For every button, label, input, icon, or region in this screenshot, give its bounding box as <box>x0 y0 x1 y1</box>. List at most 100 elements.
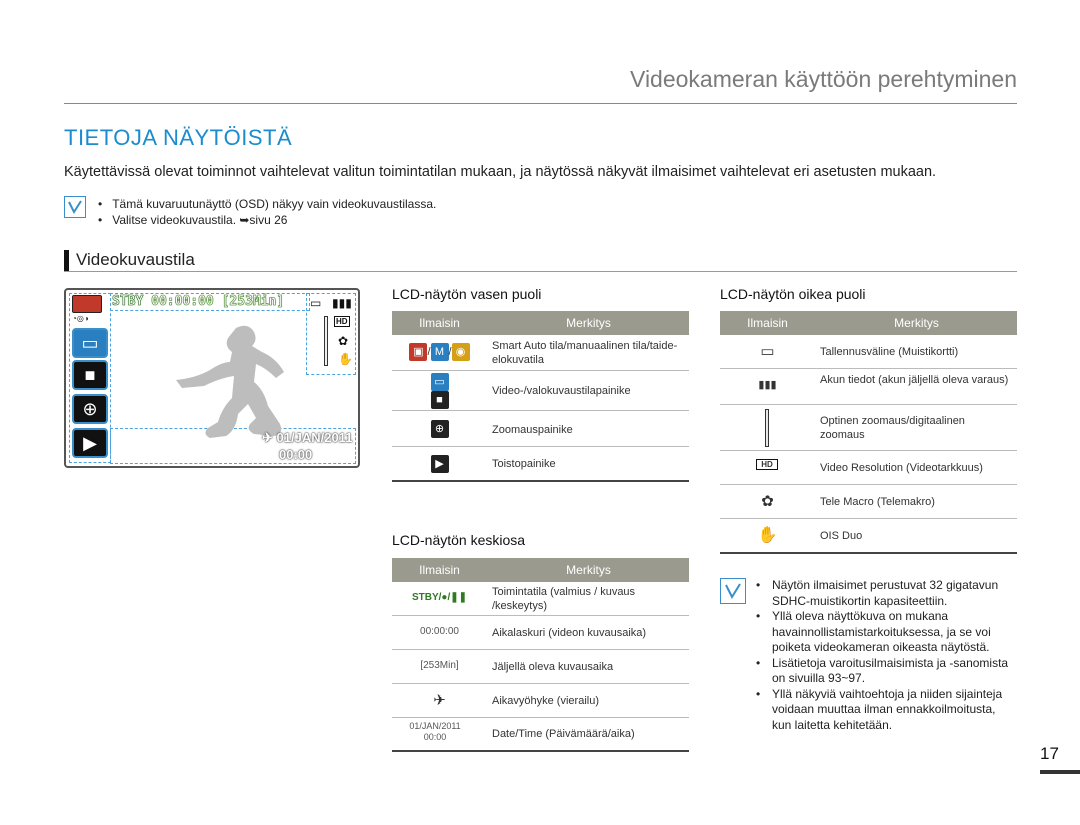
full-hd-icon: HD <box>756 459 778 470</box>
table-row: STBY/●/❚❚ Toimintatila (valmius / kuvaus… <box>392 582 689 616</box>
intro-text: Käytettävissä olevat toiminnot vaihtelev… <box>64 164 937 180</box>
row-text: Toimintatila (valmius / kuvaus /keskeyty… <box>492 586 636 612</box>
zoom-bar-icon <box>324 316 328 366</box>
table-row: 01/JAN/2011 00:00 Date/Time (Päivämäärä/… <box>392 718 689 750</box>
center-table-bottom <box>392 750 689 752</box>
video-photo-mode-icons: ▭ ■ <box>392 373 487 409</box>
lcd-remaining: [253Min] <box>221 294 285 310</box>
note-list-2: Näytön ilmaisimet perustuvat 32 gigatavu… <box>756 578 1016 733</box>
playback-button[interactable]: ▶ <box>72 428 108 458</box>
row-text: Video Resolution (Videotarkkuus) <box>820 462 983 474</box>
memory-card-icon: ▭ <box>310 296 322 310</box>
airplane-icon: ✈ <box>433 692 446 709</box>
header-meaning: Merkitys <box>566 316 611 330</box>
note-item: Yllä näkyviä vaihtoehtoja ja niiden sija… <box>756 687 1016 734</box>
note-list: Tämä kuvaruutunäyttö (OSD) näkyy vain vi… <box>98 196 436 228</box>
header-meaning: Merkitys <box>894 316 939 330</box>
zoom-button[interactable]: ⊕ <box>72 394 108 424</box>
page-number: 17 <box>1040 744 1059 763</box>
tele-macro-icon: ✿ <box>338 334 349 348</box>
video-mode-icon: ▭ <box>430 373 449 391</box>
battery-icon: ▮▮▮ <box>332 296 352 310</box>
table-row: ▭ Tallennusväline (Muistikortti) <box>720 335 1017 369</box>
tele-macro-icon: ✿ <box>761 493 774 510</box>
playback-button-icon: ▶ <box>392 455 487 473</box>
table-row: ▶ Toistopainike <box>392 447 689 480</box>
right-table-header: Ilmaisin Merkitys <box>720 311 1017 335</box>
header-meaning: Merkitys <box>566 563 611 577</box>
header-indicator: Ilmaisin <box>419 316 460 330</box>
ois-duo-icon: ✋ <box>338 352 353 366</box>
row-text: Date/Time (Päivämäärä/aika) <box>492 728 635 740</box>
table-row: 00:00:00 Aikalaskuri (videon kuvausaika) <box>392 616 689 650</box>
left-table-title: LCD-näytön vasen puoli <box>392 286 542 302</box>
video-mode-button[interactable]: ▭ <box>72 328 108 358</box>
memory-card-icon: ▭ <box>760 343 775 360</box>
smart-auto-icon <box>72 295 102 313</box>
table-row: Optinen zoomaus/digitaalinen zoomaus <box>720 405 1017 451</box>
row-text: OIS Duo <box>820 530 863 542</box>
row-text: Jäljellä oleva kuvausaika <box>492 661 614 673</box>
table-row: ▣ / M / ◉ Smart Auto tila/manuaalinen tila/t… <box>392 335 689 371</box>
manual-mode-icon: M <box>430 343 449 361</box>
indicator-text: 00:00:00 <box>420 626 459 637</box>
full-hd-icon: HD <box>334 316 350 327</box>
page-bar <box>1040 770 1080 774</box>
left-table-bottom <box>392 480 689 482</box>
smart-auto-icons: ▣ / M / ◉ <box>392 343 487 361</box>
row-text: Tallennusväline (Muistikortti) <box>820 346 959 358</box>
table-row: ▭ ■ Video-/valokuvaustilapainike <box>392 371 689 411</box>
table-row: ▮▮▮ Akun tiedot (akun jäljellä oleva var… <box>720 369 1017 405</box>
row-text: Video-/valokuvaustilapainike <box>492 385 631 397</box>
header-indicator: Ilmaisin <box>747 316 788 330</box>
center-table-title: LCD-näytön keskiosa <box>392 532 526 548</box>
zoom-bar-icon <box>765 409 769 447</box>
note-item: Tämä kuvaruutunäyttö (OSD) näkyy vain vi… <box>98 196 436 212</box>
row-text: Aikavyöhyke (vierailu) <box>492 695 599 707</box>
photo-mode-button[interactable]: ■ <box>72 360 108 390</box>
subsection-rule <box>64 271 1017 272</box>
header-title: Videokameran käyttöön perehtyminen <box>630 66 1017 92</box>
right-table-title: LCD-näytön oikea puoli <box>720 286 866 302</box>
table-row: ✿ Tele Macro (Telemakro) <box>720 485 1017 519</box>
lcd-time: 00:00 <box>279 447 313 462</box>
lcd-stby: STBY <box>112 294 144 310</box>
ois-duo-icon: ✋ <box>757 527 778 544</box>
header-rule <box>64 103 1017 104</box>
photo-mode-icon: ■ <box>430 391 449 409</box>
table-row: ✋ OIS Duo <box>720 519 1017 552</box>
table-row: [253Min] Jäljellä oleva kuvausaika <box>392 650 689 684</box>
row-text: Toistopainike <box>492 458 556 470</box>
subsection-title: Videokuvaustila <box>76 250 195 269</box>
airplane-icon: ✈ <box>262 430 273 445</box>
note-icon <box>64 196 86 218</box>
zoom-button-icon: ⊕ <box>392 420 487 438</box>
smart-auto-icon: ▣ <box>409 343 428 361</box>
row-text: Zoomauspainike <box>492 424 573 436</box>
lcd-screen: ◔◎◑ ▭ ■ ⊕ ▶ STBY 00:00:00 [253Min] ▭ ▮▮▮… <box>64 288 360 468</box>
lcd-counter: 00:00:00 <box>151 294 214 310</box>
note-item: Näytön ilmaisimet perustuvat 32 gigatavu… <box>756 578 1016 609</box>
mode-sub-icons: ◔◎◑ <box>72 314 89 323</box>
right-table-bottom <box>720 552 1017 554</box>
row-text: Smart Auto tila/manuaalinen tila/taide-e… <box>492 340 678 366</box>
lcd-date: ✈ 01/JAN/2011 <box>262 430 352 446</box>
section-title: TIETOJA NÄYTÖISTÄ <box>64 125 293 150</box>
battery-icon: ▮▮▮ <box>758 379 777 391</box>
row-text: Tele Macro (Telemakro) <box>820 496 935 508</box>
art-mode-icon: ◉ <box>451 343 470 361</box>
subsection-bar <box>64 250 69 271</box>
row-text: Optinen zoomaus/digitaalinen zoomaus <box>820 415 965 441</box>
header-indicator: Ilmaisin <box>419 563 460 577</box>
row-text: Aikalaskuri (videon kuvausaika) <box>492 627 647 639</box>
row-text: Akun tiedot (akun jäljellä oleva varaus) <box>820 374 1009 386</box>
table-row: ✈ Aikavyöhyke (vierailu) <box>392 684 689 718</box>
lcd-date-text: 01/JAN/2011 <box>276 430 353 445</box>
note-item: Valitse videokuvaustila. ➥sivu 26 <box>98 212 436 228</box>
left-table-header: Ilmaisin Merkitys <box>392 311 689 335</box>
indicator-text: [253Min] <box>420 660 459 671</box>
note-item: Lisätietoja varoitusilmaisimista ja -san… <box>756 656 1016 687</box>
note-item: Yllä oleva näyttökuva on mukana havainno… <box>756 609 1016 656</box>
lcd-status-bar: STBY 00:00:00 [253Min] <box>112 294 285 310</box>
indicator-text: 01/JAN/2011 00:00 <box>409 721 461 742</box>
